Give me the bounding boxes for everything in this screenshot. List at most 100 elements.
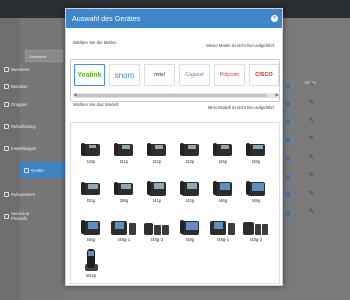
scroll-grip-icon: ··· [170, 92, 175, 98]
model-t48g-2-row3[interactable]: t48g-2 [241, 213, 271, 248]
wrench-icon[interactable]: ✎ [309, 99, 314, 106]
sidebar-item-forwarding[interactable]: Rufumleitung [4, 118, 46, 134]
modal-header: Auswahl des Gerätes × [66, 9, 282, 28]
model-w52p[interactable]: w52p [76, 244, 106, 284]
desk-phone-icon [246, 139, 266, 159]
close-icon[interactable]: × [271, 15, 278, 22]
model-t48g-2[interactable]: t48g-2 [142, 213, 172, 248]
model-label: t23p [185, 159, 195, 164]
model-t32g[interactable]: t32g [76, 174, 106, 209]
desk-phone-icon [180, 139, 200, 159]
model-t28p[interactable]: t28p [241, 135, 271, 170]
desk-phone-icon [114, 139, 134, 159]
desk-phone-icon [81, 178, 101, 198]
model-t22p[interactable]: t22p [142, 135, 172, 170]
toggle[interactable] [284, 136, 292, 144]
sidebar-item-groups[interactable]: Gruppen [4, 96, 46, 112]
sidebar-item-label: Übersicht [29, 53, 46, 59]
toggle[interactable] [284, 209, 292, 217]
toggle[interactable] [284, 118, 292, 126]
model-t48g[interactable]: t48g [241, 174, 271, 209]
sidebar-item-label: Rufumleitung [11, 123, 36, 129]
toggle[interactable] [284, 155, 292, 163]
model-t48g-row3[interactable]: t48g [175, 213, 205, 248]
brand-prompt: Wählen Sie die Marke: [73, 40, 118, 45]
model-label: t46g [218, 198, 228, 203]
brand-scrollbar[interactable]: ◀ ··· ▶ [73, 92, 279, 98]
sidebar-item-numbers[interactable]: Nummern [4, 61, 46, 77]
desk-phone-icon [81, 217, 101, 237]
model-t41p[interactable]: t41p [142, 174, 172, 209]
model-t26p[interactable]: t26p [208, 135, 238, 170]
desk-phone-with-module-icon [111, 217, 137, 237]
sidebar-item-label: Gruppen [11, 101, 28, 107]
desk-phone-icon [114, 178, 134, 198]
forward-icon [4, 123, 9, 129]
hash-icon [4, 191, 9, 197]
model-t46g[interactable]: t46g [208, 174, 238, 209]
toggle[interactable] [284, 191, 292, 199]
wrench-icon[interactable]: ✎ [309, 172, 314, 179]
model-t46g-row3[interactable]: t46g [76, 213, 106, 248]
sidebar-item-label: Rufnummern [11, 191, 36, 197]
modal-title: Auswahl des Gerätes [72, 14, 141, 23]
wrench-icon[interactable]: ✎ [309, 208, 314, 215]
brand-gigaset[interactable]: Gigaset [179, 64, 210, 86]
list-icon [4, 66, 9, 72]
toggle[interactable] [284, 173, 292, 181]
desk-phone-icon [213, 139, 233, 159]
toggle[interactable] [284, 100, 292, 108]
scroll-left-icon[interactable]: ◀ [74, 93, 77, 98]
model-label: t38g [119, 198, 129, 203]
model-t21p[interactable]: t21p [109, 135, 139, 170]
brand-polycom[interactable]: Polycom [214, 64, 245, 86]
model-t48g-1-row3[interactable]: t48g-1 [208, 213, 238, 248]
brand-missing-link[interactable]: Meine Marke ist nicht hier aufgeführt [206, 43, 274, 48]
sidebar-item-settings[interactable]: Einstellungen [4, 140, 46, 156]
sidebar-item-devices[interactable]: Geräte [20, 162, 66, 178]
model-t42g[interactable]: t42g [175, 174, 205, 209]
sidebar-item-label: Service & Preisinfo [10, 211, 29, 221]
desk-phone-with-modules-icon [144, 217, 170, 237]
wrench-icon[interactable]: ✎ [309, 117, 314, 124]
users-icon [4, 101, 9, 107]
model-missing-link[interactable]: Mein Modell ist nicht hier aufgeführt [208, 105, 274, 110]
sidebar-item-users[interactable]: Benutzer [4, 78, 46, 94]
model-label: t48g-1 [117, 237, 131, 242]
model-label: t48g-2 [150, 237, 164, 242]
brand-logo-text: Yealink [77, 71, 102, 79]
brand-snom[interactable]: snom [109, 64, 140, 86]
model-t23p[interactable]: t23p [175, 135, 205, 170]
wrench-icon[interactable]: ✎ [309, 154, 314, 161]
sidebar-item-label: Nummern [11, 66, 30, 72]
brand-logo-text: Gigaset [185, 72, 204, 78]
model-label: t48g-1 [216, 237, 230, 242]
brand-mitel[interactable]: mitel [144, 64, 175, 86]
sidebar-item-label: Einstellungen [11, 145, 37, 151]
info-icon [4, 213, 9, 219]
wrench-icon[interactable]: ✎ [309, 190, 314, 197]
desk-phone-icon [81, 139, 101, 159]
model-t38g[interactable]: t38g [109, 174, 139, 209]
model-label: t41p [152, 198, 162, 203]
toggle[interactable] [284, 82, 292, 90]
sidebar-item-numbers-2[interactable]: Rufnummern [4, 186, 46, 202]
sidebar-item-label: Geräte [31, 167, 44, 173]
sidebar-item-service[interactable]: Service & Preisinfo [4, 208, 46, 224]
brand-logo-text: snom [114, 70, 135, 80]
model-prompt: Wählen Sie das Modell: [73, 102, 120, 107]
desk-phone-icon [213, 178, 233, 198]
wrench-icon[interactable]: ✎ [309, 81, 314, 88]
wrench-icon[interactable]: ✎ [309, 135, 314, 142]
scroll-right-icon[interactable]: ▶ [276, 93, 279, 98]
model-label: t42g [185, 198, 195, 203]
brand-cisco[interactable]: CISCO [249, 64, 279, 86]
model-t19p[interactable]: t19p [76, 135, 106, 170]
brand-yealink[interactable]: Yealink [74, 64, 105, 86]
model-t48g-1[interactable]: t48g-1 [109, 213, 139, 248]
model-label: t28p [251, 159, 261, 164]
desk-phone-icon [180, 217, 200, 237]
brand-logo-text: mitel [154, 72, 165, 78]
user-icon [4, 83, 9, 89]
brand-logo-text: CISCO [255, 72, 273, 78]
